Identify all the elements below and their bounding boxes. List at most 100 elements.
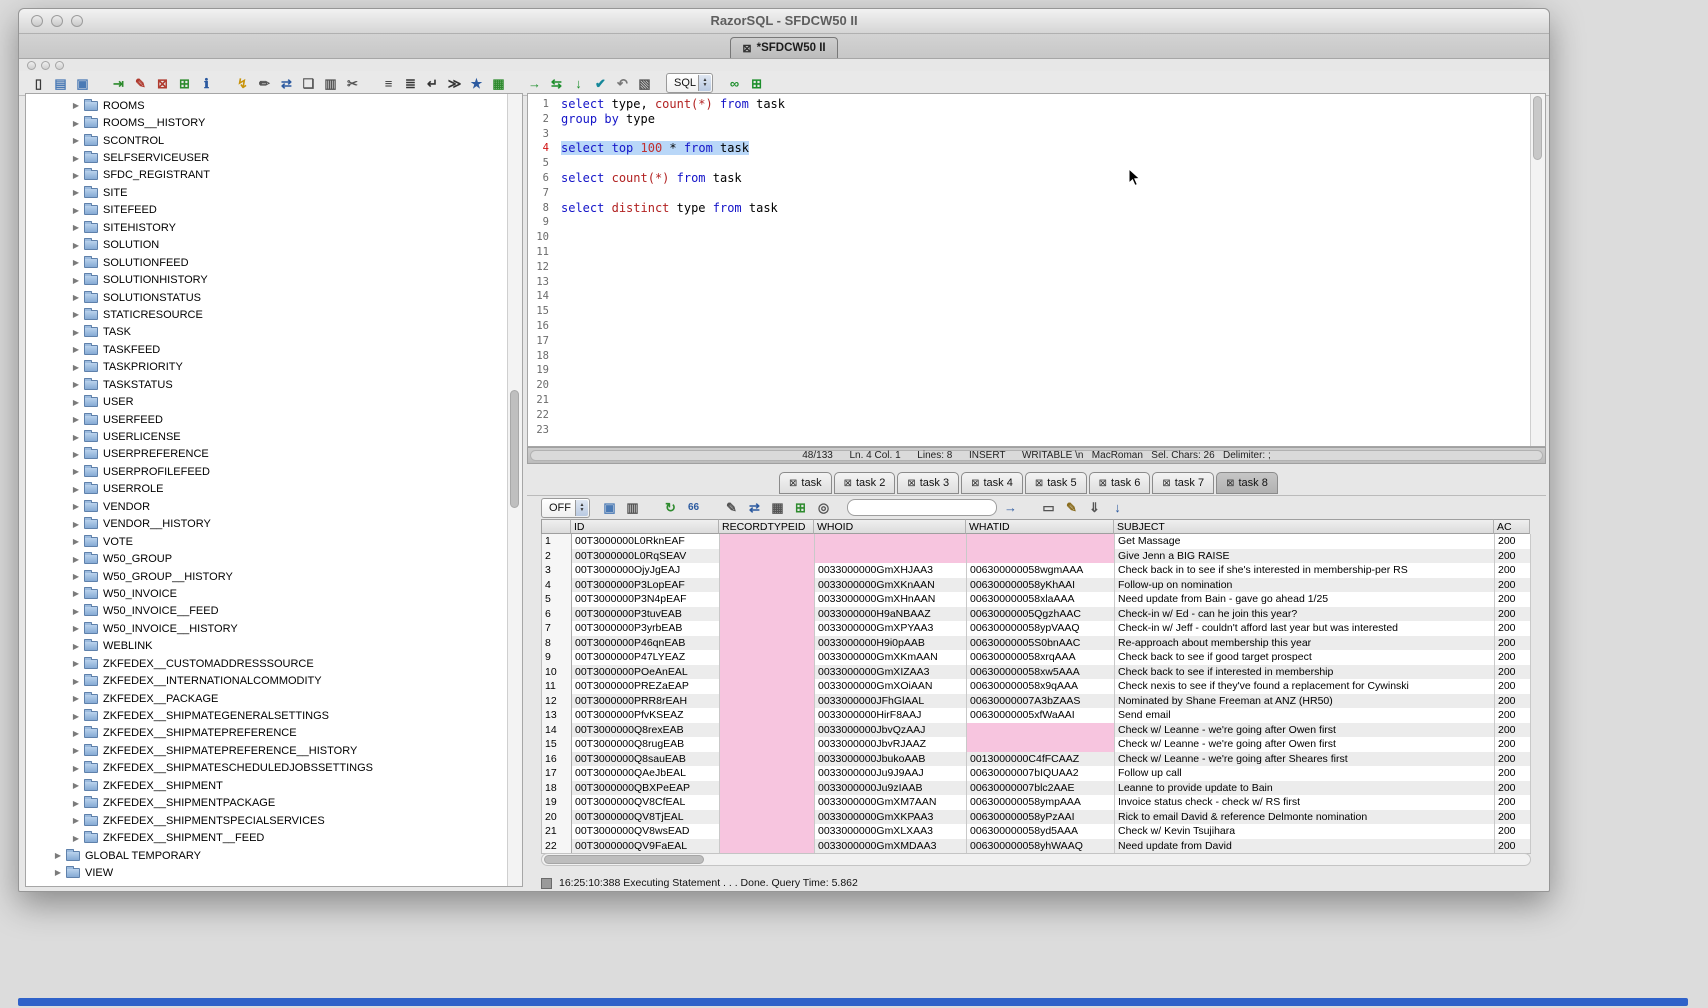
table-cell[interactable]: 006300000058xw5AAA — [967, 665, 1115, 680]
twisty-icon[interactable]: ▶ — [70, 746, 82, 755]
paste-icon[interactable]: ▥ — [321, 74, 340, 93]
twisty-icon[interactable]: ▶ — [70, 136, 82, 145]
close-tab-icon[interactable]: ⊠ — [789, 478, 797, 489]
table-cell[interactable]: 006300000058yPzAAI — [967, 810, 1115, 825]
table-cell[interactable]: 15 — [542, 737, 572, 752]
code-line[interactable] — [561, 349, 1529, 364]
table-cell[interactable] — [720, 636, 815, 651]
table-cell[interactable]: 0033000000JbvQzAAJ — [815, 723, 967, 738]
compare-icon[interactable]: ⇄ — [277, 74, 296, 93]
tree-item[interactable]: ▶SOLUTIONFEED — [26, 254, 507, 271]
favorites-star-icon[interactable]: ★ — [467, 74, 486, 93]
column-header[interactable]: WHATID — [966, 519, 1114, 534]
table-cell[interactable]: 200 — [1495, 607, 1531, 622]
tree-item[interactable]: ▶ZKFEDEX__INTERNATIONALCOMMODITY — [26, 672, 507, 689]
code-line[interactable] — [561, 363, 1529, 378]
tree-item[interactable]: ▶W50_INVOICE — [26, 585, 507, 602]
table-row[interactable]: 200T3000000L0RqSEAVGive Jenn a BIG RAISE… — [542, 549, 1531, 564]
tree-item[interactable]: ▶SFDC_REGISTRANT — [26, 167, 507, 184]
table-row[interactable]: 2200T3000000QV9FaEAL0033000000GmXMDAA300… — [542, 839, 1531, 854]
tree-item[interactable]: ▶ROOMS — [26, 97, 507, 114]
twisty-icon[interactable]: ▶ — [70, 555, 82, 564]
column-header[interactable] — [541, 519, 571, 534]
layout-grid-icon[interactable]: ⊞ — [747, 74, 766, 93]
tree-item[interactable]: ▶USER — [26, 393, 507, 410]
table-cell[interactable]: 200 — [1495, 752, 1531, 767]
table-cell[interactable]: Check w/ Leanne - we're going after Owen… — [1115, 723, 1495, 738]
save-icon[interactable]: ▣ — [73, 74, 92, 93]
table-cell[interactable]: 200 — [1495, 723, 1531, 738]
table-cell[interactable]: Rick to email David & reference Delmonte… — [1115, 810, 1495, 825]
tree-item[interactable]: ▶GLOBAL TEMPORARY — [26, 847, 507, 864]
table-row[interactable]: 1200T3000000PRR8rEAH0033000000JFhGlAAL00… — [542, 694, 1531, 709]
table-row[interactable]: 1000T3000000POeAnEAL0033000000GmXIZAA300… — [542, 665, 1531, 680]
result-tab[interactable]: ⊠task — [779, 472, 832, 494]
code-line[interactable] — [561, 334, 1529, 349]
table-cell[interactable]: 0033000000JbvRJAAZ — [815, 737, 967, 752]
tree-item[interactable]: ▶ZKFEDEX__SHIPMATEPREFERENCE — [26, 725, 507, 742]
table-cell[interactable] — [720, 737, 815, 752]
grid-edit-icon[interactable]: ▦ — [768, 498, 787, 517]
table-cell[interactable]: 0033000000GmXIZAA3 — [815, 665, 967, 680]
table-cell[interactable]: 22 — [542, 839, 572, 854]
table-cell[interactable]: Check w/ Leanne - we're going after Shea… — [1115, 752, 1495, 767]
table-cell[interactable] — [720, 679, 815, 694]
table-row[interactable]: 1100T3000000PREZaEAP0033000000GmXOiAAN00… — [542, 679, 1531, 694]
twisty-icon[interactable]: ▶ — [70, 642, 82, 651]
table-cell[interactable]: 1 — [542, 534, 572, 549]
table-cell[interactable]: 200 — [1495, 636, 1531, 651]
twisty-icon[interactable]: ▶ — [70, 101, 82, 110]
twisty-icon[interactable]: ▶ — [70, 415, 82, 424]
results-search-input[interactable] — [847, 499, 997, 516]
twisty-icon[interactable]: ▶ — [70, 258, 82, 267]
table-cell[interactable]: 200 — [1495, 795, 1531, 810]
column-header[interactable]: ID — [571, 519, 719, 534]
tree-item[interactable]: ▶ZKFEDEX__SHIPMATEGENERALSETTINGS — [26, 707, 507, 724]
twisty-icon[interactable]: ▶ — [70, 467, 82, 476]
twisty-icon[interactable]: ▶ — [70, 659, 82, 668]
twisty-icon[interactable]: ▶ — [70, 834, 82, 843]
edit-cell-icon[interactable]: ✎ — [722, 498, 741, 517]
table-cell[interactable]: Follow up call — [1115, 766, 1495, 781]
close-tab-icon[interactable]: ⊠ — [742, 42, 751, 55]
table-cell[interactable]: 00630000007bIQUAA2 — [967, 766, 1115, 781]
table-cell[interactable]: 200 — [1495, 839, 1531, 854]
table-cell[interactable]: 00T3000000Q8sauEAB — [572, 752, 720, 767]
table-cell[interactable]: 0033000000GmXOiAAN — [815, 679, 967, 694]
table-cell[interactable] — [720, 781, 815, 796]
tree-item[interactable]: ▶WEBLINK — [26, 638, 507, 655]
table-cell[interactable] — [967, 737, 1115, 752]
table-cell[interactable]: Nominated by Shane Freeman at ANZ (HR50) — [1115, 694, 1495, 709]
table-cell[interactable]: 0033000000GmXKmAAN — [815, 650, 967, 665]
tree-item[interactable]: ▶W50_INVOICE__FEED — [26, 603, 507, 620]
twisty-icon[interactable]: ▶ — [70, 502, 82, 511]
table-row[interactable]: 1400T3000000Q8rexEAB0033000000JbvQzAAJCh… — [542, 723, 1531, 738]
format-sql-icon[interactable]: ≣ — [401, 74, 420, 93]
grid-hscroll-thumb[interactable] — [544, 855, 704, 864]
tree-item[interactable]: ▶TASKSTATUS — [26, 376, 507, 393]
table-cell[interactable]: 00T3000000P3yrbEAB — [572, 621, 720, 636]
twisty-icon[interactable]: ▶ — [70, 572, 82, 581]
twisty-icon[interactable]: ▶ — [70, 380, 82, 389]
twisty-icon[interactable]: ▶ — [70, 624, 82, 633]
table-cell[interactable]: 200 — [1495, 824, 1531, 839]
twisty-icon[interactable]: ▶ — [70, 206, 82, 215]
table-cell[interactable]: 00T3000000L0RknEAF — [572, 534, 720, 549]
twisty-icon[interactable]: ▶ — [70, 276, 82, 285]
table-cell[interactable]: Leanne to provide update to Bain — [1115, 781, 1495, 796]
table-row[interactable]: 500T3000000P3N4pEAF0033000000GmXHnAAN006… — [542, 592, 1531, 607]
tree-item[interactable]: ▶SOLUTIONSTATUS — [26, 289, 507, 306]
table-cell[interactable]: 200 — [1495, 650, 1531, 665]
find-icon[interactable]: ◎ — [814, 498, 833, 517]
table-cell[interactable]: 00T3000000PREZaEAP — [572, 679, 720, 694]
table-cell[interactable]: 00T3000000PfvKSEAZ — [572, 708, 720, 723]
table-row[interactable]: 1300T3000000PfvKSEAZ0033000000HirF8AAJ00… — [542, 708, 1531, 723]
tree-item[interactable]: ▶USERROLE — [26, 481, 507, 498]
table-row[interactable]: 1700T3000000QAeJbEAL0033000000Ju9J9AAJ00… — [542, 766, 1531, 781]
tree-item[interactable]: ▶USERFEED — [26, 411, 507, 428]
zoom-window-button[interactable] — [71, 15, 83, 27]
table-cell[interactable]: Get Massage — [1115, 534, 1495, 549]
tree-item[interactable]: ▶ZKFEDEX__SHIPMENT__FEED — [26, 829, 507, 846]
cut-icon[interactable]: ✂ — [343, 74, 362, 93]
table-cell[interactable]: 006300000058x9qAAA — [967, 679, 1115, 694]
